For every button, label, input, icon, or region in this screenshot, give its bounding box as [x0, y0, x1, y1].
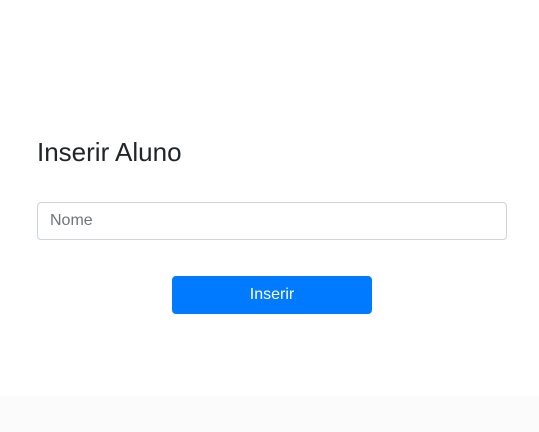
- insert-button[interactable]: Inserir: [172, 276, 372, 314]
- submit-row: Inserir: [37, 276, 507, 314]
- insert-student-form: Inserir Aluno Inserir: [37, 134, 507, 314]
- bottom-band: [0, 396, 539, 432]
- page-title: Inserir Aluno: [37, 137, 182, 167]
- name-input[interactable]: [37, 202, 507, 240]
